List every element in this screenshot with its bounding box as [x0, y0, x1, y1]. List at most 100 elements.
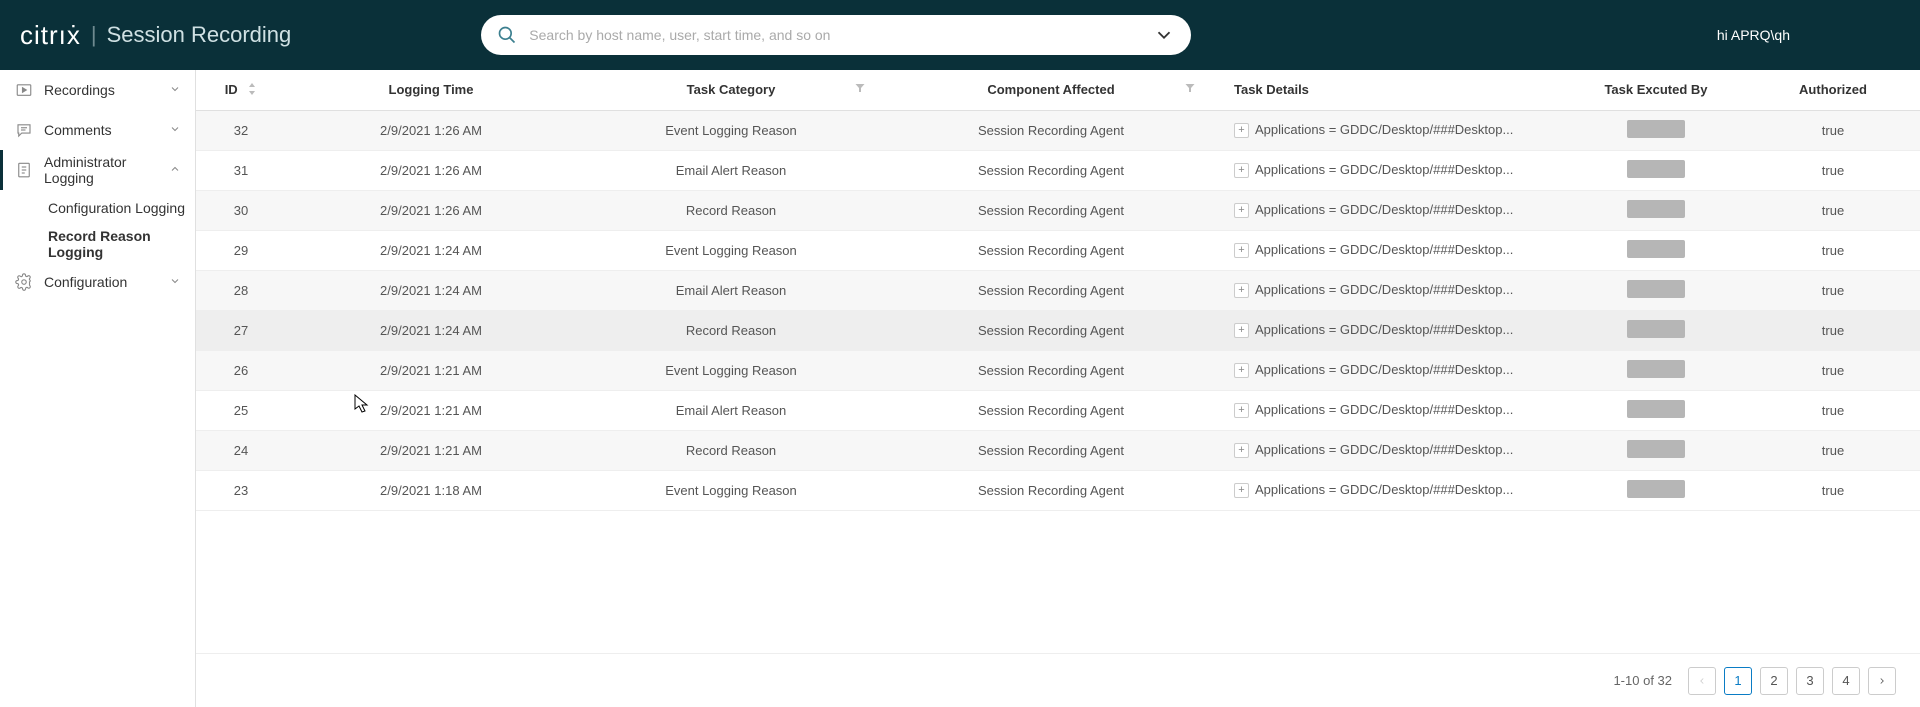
- cell-id: 31: [196, 150, 286, 190]
- sidebar-subitem-configuration-logging[interactable]: Configuration Logging: [0, 190, 195, 226]
- main-content: ID Logging Time Task Category: [196, 70, 1920, 707]
- redacted-block: [1627, 200, 1685, 218]
- page-next-button[interactable]: [1868, 667, 1896, 695]
- cell-task-category: Event Logging Reason: [576, 230, 886, 270]
- expand-button[interactable]: +: [1234, 123, 1249, 138]
- expand-button[interactable]: +: [1234, 163, 1249, 178]
- col-logging-time[interactable]: Logging Time: [286, 70, 576, 110]
- table-row[interactable]: 272/9/2021 1:24 AMRecord ReasonSession R…: [196, 310, 1920, 350]
- col-authorized[interactable]: Authorized: [1746, 70, 1920, 110]
- cell-component-affected: Session Recording Agent: [886, 190, 1216, 230]
- task-details-text: Applications = GDDC/Desktop/###Desktop..…: [1255, 482, 1513, 497]
- col-task-category[interactable]: Task Category: [576, 70, 886, 110]
- sidebar-item-comments[interactable]: Comments: [0, 110, 195, 150]
- task-details-text: Applications = GDDC/Desktop/###Desktop..…: [1255, 442, 1513, 457]
- cell-task-category: Event Logging Reason: [576, 470, 886, 510]
- table-row[interactable]: 252/9/2021 1:21 AMEmail Alert ReasonSess…: [196, 390, 1920, 430]
- col-component-affected[interactable]: Component Affected: [886, 70, 1216, 110]
- cell-task-category: Event Logging Reason: [576, 110, 886, 150]
- cell-logging-time: 2/9/2021 1:21 AM: [286, 350, 576, 390]
- col-task-executed-by[interactable]: Task Excuted By: [1566, 70, 1746, 110]
- table-row[interactable]: 242/9/2021 1:21 AMRecord ReasonSession R…: [196, 430, 1920, 470]
- search-icon: [497, 25, 517, 45]
- expand-button[interactable]: +: [1234, 363, 1249, 378]
- cell-component-affected: Session Recording Agent: [886, 350, 1216, 390]
- cell-component-affected: Session Recording Agent: [886, 430, 1216, 470]
- table-header-row: ID Logging Time Task Category: [196, 70, 1920, 110]
- cell-component-affected: Session Recording Agent: [886, 230, 1216, 270]
- cell-task-executed-by: [1566, 310, 1746, 350]
- cell-task-category: Record Reason: [576, 430, 886, 470]
- cell-task-executed-by: [1566, 470, 1746, 510]
- sidebar-item-configuration[interactable]: Configuration: [0, 262, 195, 302]
- cell-task-details: +Applications = GDDC/Desktop/###Desktop.…: [1216, 310, 1566, 350]
- cell-task-executed-by: [1566, 350, 1746, 390]
- task-details-text: Applications = GDDC/Desktop/###Desktop..…: [1255, 282, 1513, 297]
- expand-button[interactable]: +: [1234, 203, 1249, 218]
- page-button-3[interactable]: 3: [1796, 667, 1824, 695]
- play-icon: [14, 80, 34, 100]
- sidebar-item-administrator-logging[interactable]: Administrator Logging: [0, 150, 195, 190]
- logo-area: citrıẋ | Session Recording: [20, 20, 291, 51]
- table-row[interactable]: 312/9/2021 1:26 AMEmail Alert ReasonSess…: [196, 150, 1920, 190]
- cell-id: 23: [196, 470, 286, 510]
- expand-button[interactable]: +: [1234, 403, 1249, 418]
- sidebar-sublabel: Configuration Logging: [48, 200, 185, 216]
- user-greeting[interactable]: hi APRQ\qh: [1717, 27, 1790, 43]
- page-button-1[interactable]: 1: [1724, 667, 1752, 695]
- body: Recordings Comments: [0, 70, 1920, 707]
- col-task-details[interactable]: Task Details: [1216, 70, 1566, 110]
- page-prev-button[interactable]: [1688, 667, 1716, 695]
- expand-button[interactable]: +: [1234, 323, 1249, 338]
- cell-logging-time: 2/9/2021 1:26 AM: [286, 190, 576, 230]
- cell-authorized: true: [1746, 350, 1920, 390]
- table-row[interactable]: 302/9/2021 1:26 AMRecord ReasonSession R…: [196, 190, 1920, 230]
- expand-button[interactable]: +: [1234, 283, 1249, 298]
- table-row[interactable]: 232/9/2021 1:18 AMEvent Logging ReasonSe…: [196, 470, 1920, 510]
- cell-task-details: + Applications = GDDC/Desktop/###Desktop.…: [1216, 430, 1566, 470]
- cell-authorized: true: [1746, 110, 1920, 150]
- cell-authorized: true: [1746, 390, 1920, 430]
- redacted-block: [1627, 440, 1685, 458]
- redacted-block: [1627, 280, 1685, 298]
- table-row[interactable]: 322/9/2021 1:26 AMEvent Logging ReasonSe…: [196, 110, 1920, 150]
- col-id[interactable]: ID: [196, 70, 286, 110]
- table-row[interactable]: 292/9/2021 1:24 AMEvent Logging ReasonSe…: [196, 230, 1920, 270]
- cell-id: 26: [196, 350, 286, 390]
- cell-task-category: Email Alert Reason: [576, 270, 886, 310]
- cell-component-affected: Session Recording Agent: [886, 390, 1216, 430]
- page-button-2[interactable]: 2: [1760, 667, 1788, 695]
- filter-icon[interactable]: [854, 82, 866, 97]
- cell-task-category: Record Reason: [576, 190, 886, 230]
- task-details-text: Applications = GDDC/Desktop/###Desktop..…: [1255, 242, 1513, 257]
- comment-icon: [14, 120, 34, 140]
- search-input[interactable]: [529, 27, 1153, 43]
- table-row[interactable]: 262/9/2021 1:21 AMEvent Logging ReasonSe…: [196, 350, 1920, 390]
- task-details-text: Applications = GDDC/Desktop/###Desktop..…: [1255, 362, 1513, 377]
- cell-task-details: + Applications = GDDC/Desktop/###Desktop.…: [1216, 470, 1566, 510]
- expand-button[interactable]: +: [1234, 443, 1249, 458]
- table-row[interactable]: 282/9/2021 1:24 AMEmail Alert ReasonSess…: [196, 270, 1920, 310]
- cell-task-details: +Applications = GDDC/Desktop/###Desktop.…: [1216, 150, 1566, 190]
- cell-logging-time: 2/9/2021 1:21 AM: [286, 390, 576, 430]
- cell-id: 27: [196, 310, 286, 350]
- sidebar-label: Configuration: [44, 274, 169, 290]
- sidebar-sublabel: Record Reason Logging: [48, 228, 195, 260]
- chevron-down-icon[interactable]: [1153, 24, 1175, 46]
- cell-id: 28: [196, 270, 286, 310]
- expand-button[interactable]: +: [1234, 243, 1249, 258]
- filter-icon[interactable]: [1184, 82, 1196, 97]
- header: citrıẋ | Session Recording hi APRQ\qh: [0, 0, 1920, 70]
- cell-logging-time: 2/9/2021 1:21 AM: [286, 430, 576, 470]
- expand-button[interactable]: +: [1234, 483, 1249, 498]
- page-button-4[interactable]: 4: [1832, 667, 1860, 695]
- cell-id: 24: [196, 430, 286, 470]
- search-box[interactable]: [481, 15, 1191, 55]
- cell-task-details: + Applications = GDDC/Desktop/###Desktop.…: [1216, 230, 1566, 270]
- sidebar-label: Comments: [44, 122, 169, 138]
- sort-icon[interactable]: [247, 83, 257, 98]
- cell-authorized: true: [1746, 270, 1920, 310]
- sidebar-subitem-record-reason-logging[interactable]: Record Reason Logging: [0, 226, 195, 262]
- redacted-block: [1627, 240, 1685, 258]
- sidebar-item-recordings[interactable]: Recordings: [0, 70, 195, 110]
